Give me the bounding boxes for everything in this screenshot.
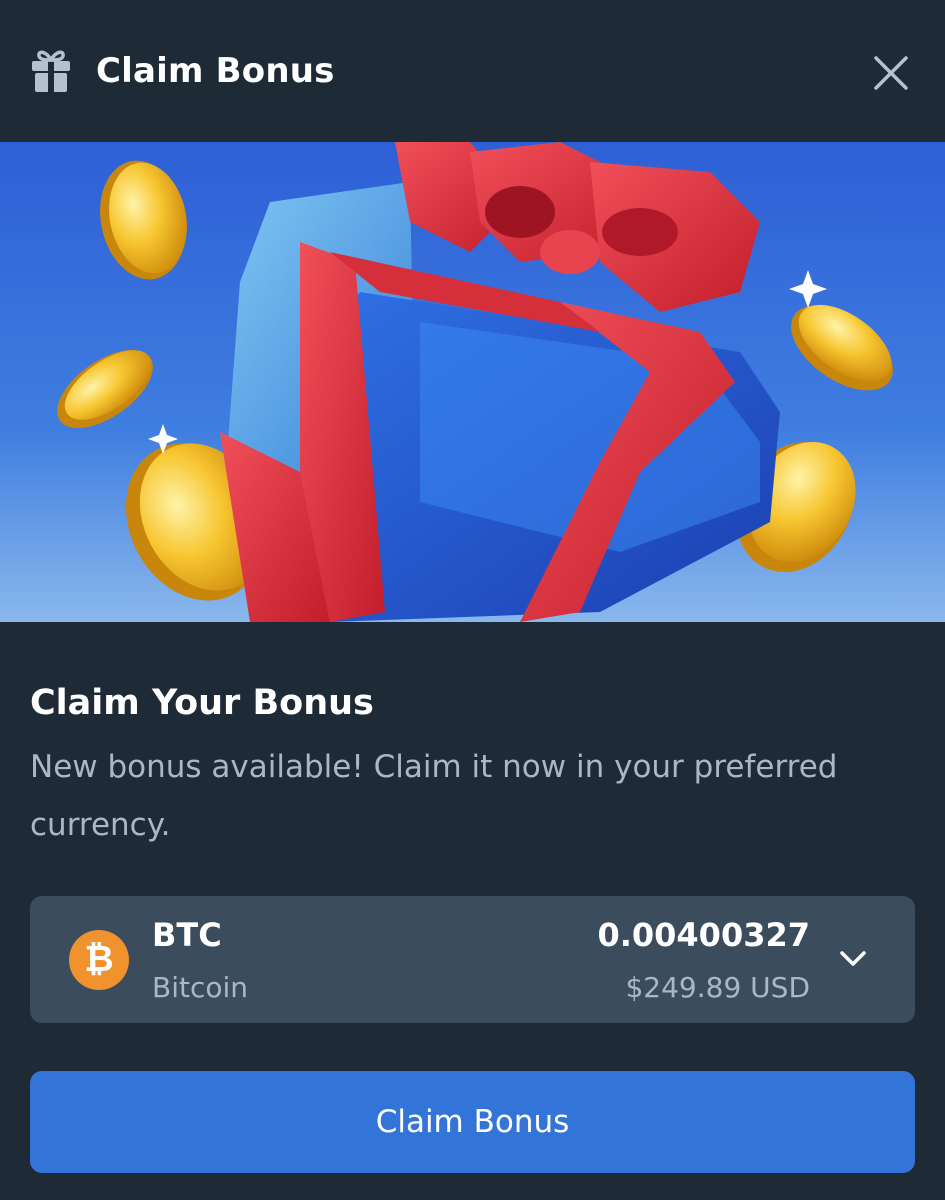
- chevron-down-icon[interactable]: [838, 946, 868, 970]
- currency-amount: 0.00400327: [597, 916, 810, 954]
- gift-icon: [30, 47, 72, 93]
- currency-usd-value: $249.89 USD: [625, 971, 810, 1004]
- content-title: Claim Your Bonus: [30, 683, 374, 723]
- currency-select[interactable]: ₿ BTC Bitcoin 0.00400327 $249.89 USD: [30, 896, 915, 1023]
- claim-bonus-modal: Claim Bonus Claim Your Bonus New bonus a…: [0, 0, 945, 1200]
- bonus-banner-image: [0, 142, 945, 622]
- currency-name: Bitcoin: [152, 971, 249, 1004]
- claim-bonus-button[interactable]: Claim Bonus: [30, 1071, 915, 1173]
- modal-title: Claim Bonus: [96, 51, 335, 91]
- close-icon[interactable]: [870, 52, 912, 94]
- currency-code: BTC: [152, 916, 222, 954]
- modal-header: Claim Bonus: [0, 0, 945, 142]
- content-description: New bonus available! Claim it now in you…: [30, 749, 838, 843]
- bitcoin-icon: ₿: [69, 930, 129, 990]
